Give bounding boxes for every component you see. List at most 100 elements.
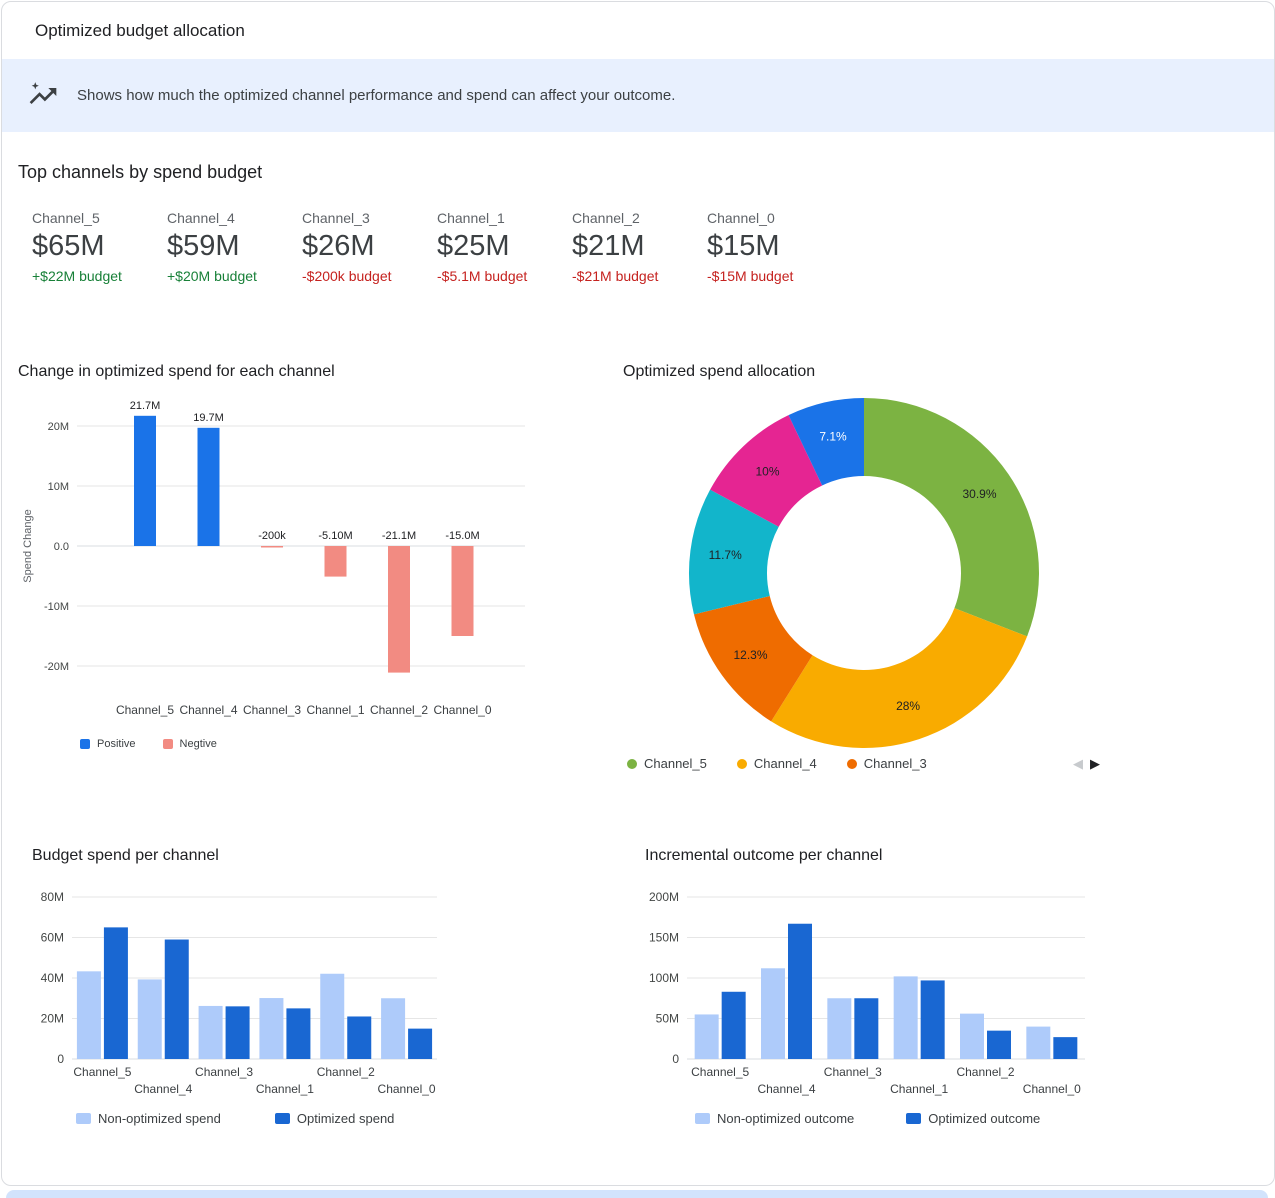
- legend-label: Optimized spend: [297, 1111, 395, 1126]
- incremental-outcome-legend: Non-optimized outcomeOptimized outcome: [695, 1111, 1115, 1126]
- y-tick-label: 0.0: [54, 541, 69, 553]
- channel-spend-amount: $59M: [167, 230, 302, 262]
- spend-change-bar-channel-1[interactable]: [325, 546, 347, 577]
- chart-outcome-bar-channel-0-non-optimized[interactable]: [1026, 1027, 1050, 1059]
- slice-percentage-label: 7.1%: [819, 430, 847, 444]
- incremental-outcome-section: Incremental outcome per channel 050M100M…: [645, 846, 1115, 1126]
- bar-value-label: -21.1M: [382, 530, 416, 542]
- donut-slice-channel-5[interactable]: [864, 398, 1039, 636]
- slice-percentage-label: 28%: [896, 699, 920, 713]
- chart-budget-bar-channel-5-optimized[interactable]: [104, 927, 128, 1059]
- x-category-label: Channel_2: [956, 1065, 1014, 1079]
- spend-change-bar-channel-4[interactable]: [198, 428, 220, 546]
- x-category-label: Channel_5: [116, 703, 174, 717]
- legend-prev-button[interactable]: ◀: [1073, 757, 1083, 770]
- spend-allocation-donut: 30.9%28%12.3%11.7%10%7.1%: [623, 387, 1083, 751]
- chart-budget-bar-channel-1-optimized[interactable]: [286, 1008, 310, 1059]
- channel-spend-amount: $65M: [32, 230, 167, 262]
- insights-icon: [26, 79, 60, 113]
- channel-budget-delta: -$21M budget: [572, 268, 707, 284]
- legend-swatch: [695, 1113, 710, 1124]
- budget-spend-title: Budget spend per channel: [32, 846, 522, 865]
- top-channels-title: Top channels by spend budget: [18, 162, 262, 183]
- channel-spend-amount: $26M: [302, 230, 437, 262]
- channel-name: Channel_0: [707, 210, 842, 226]
- next-section-banner-peek: [6, 1190, 1268, 1198]
- chart-outcome-bar-channel-2-optimized[interactable]: [987, 1031, 1011, 1059]
- channel-budget-delta: -$200k budget: [302, 268, 437, 284]
- chart-budget-bar-channel-0-optimized[interactable]: [408, 1029, 432, 1059]
- channel-card-channel-0: Channel_0$15M-$15M budget: [707, 210, 842, 284]
- y-tick-label: 0: [57, 1052, 64, 1066]
- donut-legend: Channel_5Channel_4Channel_3: [627, 756, 927, 771]
- x-category-label: Channel_4: [134, 1082, 192, 1096]
- bar-value-label: -200k: [258, 530, 286, 542]
- chart-budget-bar-channel-2-optimized[interactable]: [347, 1016, 371, 1059]
- legend-item-non-optimized-outcome: Non-optimized outcome: [695, 1111, 854, 1126]
- info-banner: Shows how much the optimized channel per…: [2, 59, 1274, 132]
- channel-name: Channel_4: [167, 210, 302, 226]
- legend-swatch: [737, 759, 747, 769]
- channel-spend-amount: $25M: [437, 230, 572, 262]
- legend-swatch: [76, 1113, 91, 1124]
- channel-card-channel-2: Channel_2$21M-$21M budget: [572, 210, 707, 284]
- spend-change-bar-channel-5[interactable]: [134, 416, 156, 546]
- spend-allocation-section: Optimized spend allocation 30.9%28%12.3%…: [623, 362, 1102, 771]
- spend-change-title: Change in optimized spend for each chann…: [18, 362, 610, 381]
- chart-budget-bar-channel-5-non-optimized[interactable]: [77, 971, 101, 1059]
- legend-next-button[interactable]: ▶: [1090, 757, 1100, 770]
- spend-change-section: Change in optimized spend for each chann…: [18, 362, 610, 750]
- legend-item-channel-4: Channel_4: [737, 756, 817, 771]
- donut-legend-row: Channel_5Channel_4Channel_3 ◀ ▶: [623, 756, 1102, 771]
- chart-budget-bar-channel-4-non-optimized[interactable]: [138, 979, 162, 1059]
- y-tick-label: 80M: [41, 890, 64, 904]
- chart-budget-bar-channel-1-non-optimized[interactable]: [259, 998, 283, 1059]
- legend-swatch: [163, 739, 173, 749]
- spend-allocation-title: Optimized spend allocation: [623, 362, 1102, 381]
- y-tick-label: 20M: [41, 1012, 64, 1026]
- spend-change-bar-channel-0[interactable]: [452, 546, 474, 636]
- chart-budget-bar-channel-0-non-optimized[interactable]: [381, 998, 405, 1059]
- slice-percentage-label: 12.3%: [733, 648, 767, 662]
- chart-budget-bar-channel-2-non-optimized[interactable]: [320, 974, 344, 1059]
- chart-budget-bar-channel-3-optimized[interactable]: [226, 1006, 250, 1059]
- spend-change-bar-channel-2[interactable]: [388, 546, 410, 673]
- chart-outcome-bar-channel-4-non-optimized[interactable]: [761, 968, 785, 1059]
- y-axis-title: Spend Change: [22, 509, 34, 582]
- chart-budget-bar-channel-4-optimized[interactable]: [165, 940, 189, 1059]
- y-tick-label: 50M: [656, 1012, 679, 1026]
- y-tick-label: -10M: [44, 601, 69, 613]
- chart-outcome-bar-channel-1-non-optimized[interactable]: [894, 976, 918, 1059]
- x-category-label: Channel_3: [824, 1065, 882, 1079]
- slice-percentage-label: 11.7%: [709, 548, 742, 562]
- chart-outcome-bar-channel-5-optimized[interactable]: [722, 992, 746, 1059]
- chart-outcome-bar-channel-3-non-optimized[interactable]: [827, 998, 851, 1059]
- channel-name: Channel_1: [437, 210, 572, 226]
- legend-label: Negtive: [180, 738, 217, 750]
- channel-card-channel-3: Channel_3 $26M -$200k budget: [302, 210, 437, 284]
- chart-outcome-bar-channel-1-optimized[interactable]: [921, 980, 945, 1059]
- legend-swatch: [847, 759, 857, 769]
- chart-outcome-bar-channel-4-optimized[interactable]: [788, 924, 812, 1059]
- y-tick-label: 10M: [48, 481, 69, 493]
- slice-percentage-label: 10%: [755, 465, 779, 479]
- channel-name: Channel_3: [302, 210, 437, 226]
- budget-spend-legend: Non-optimized spendOptimized spend: [76, 1111, 522, 1126]
- channel-card-channel-5: Channel_5$65M+$22M budget: [32, 210, 167, 284]
- chart-budget-bar-channel-3-non-optimized[interactable]: [199, 1006, 223, 1059]
- legend-pager: ◀ ▶: [1073, 757, 1100, 770]
- chart-outcome-bar-channel-0-optimized[interactable]: [1053, 1037, 1077, 1059]
- optimized-budget-card: Optimized budget allocation Shows how mu…: [1, 1, 1275, 1186]
- spend-change-bar-channel-3[interactable]: [261, 546, 283, 548]
- chart-outcome-bar-channel-2-non-optimized[interactable]: [960, 1014, 984, 1059]
- chart-outcome-bar-channel-3-optimized[interactable]: [854, 998, 878, 1059]
- legend-label: Channel_4: [754, 756, 817, 771]
- budget-spend-section: Budget spend per channel 020M40M60M80MCh…: [32, 846, 522, 1126]
- donut-slice-channel-4[interactable]: [771, 608, 1027, 748]
- chart-outcome-bar-channel-5-non-optimized[interactable]: [695, 1014, 719, 1059]
- y-tick-label: 0: [672, 1052, 679, 1066]
- x-category-label: Channel_1: [256, 1082, 314, 1096]
- bar-value-label: -5.10M: [318, 530, 352, 542]
- channel-card-channel-4: Channel_4$59M+$20M budget: [167, 210, 302, 284]
- legend-swatch: [80, 739, 90, 749]
